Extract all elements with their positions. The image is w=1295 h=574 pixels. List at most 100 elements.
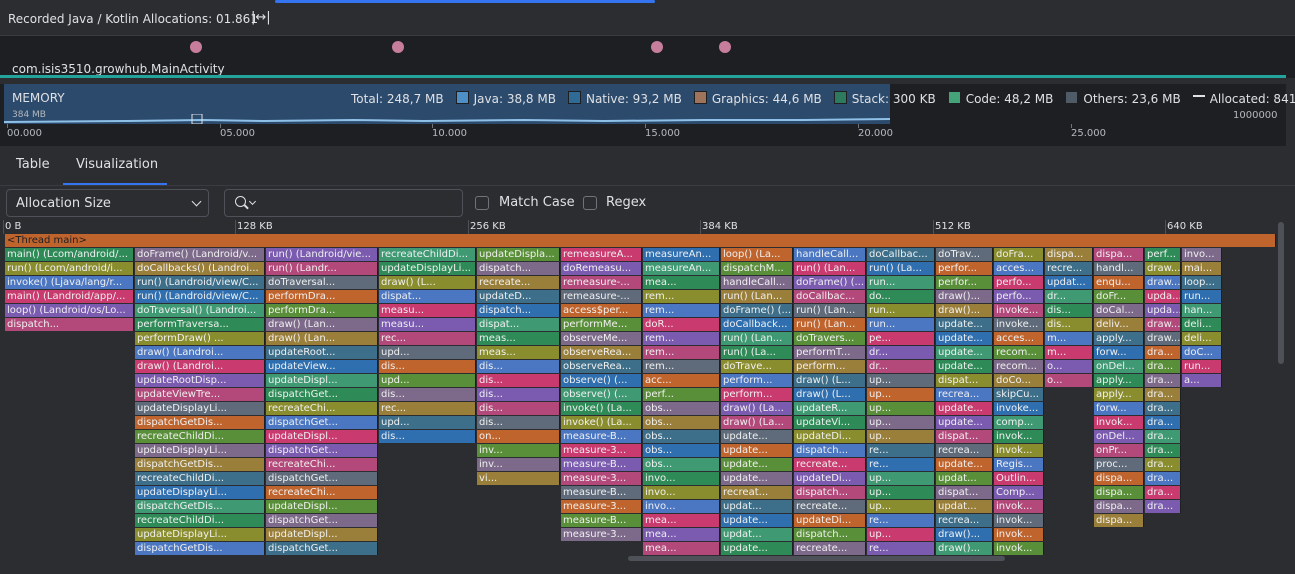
flame-frame[interactable]: meas...: [477, 332, 560, 345]
flame-frame[interactable]: doCallbac...: [794, 290, 866, 303]
event-track[interactable]: com.isis3510.growhub.MainActivity: [0, 36, 1295, 78]
flame-frame[interactable]: dra...: [1145, 444, 1181, 457]
flame-frame[interactable]: on...: [477, 430, 560, 443]
flame-frame[interactable]: doTrave...: [721, 360, 793, 373]
flame-frame[interactable]: run...: [867, 276, 935, 289]
flame-frame[interactable]: recom...: [994, 360, 1044, 373]
flame-frame[interactable]: proc...: [1094, 458, 1144, 471]
flame-frame[interactable]: dispatchGetDis...: [135, 500, 265, 513]
flame-frame[interactable]: update...: [721, 542, 793, 555]
flame-frame[interactable]: pe...: [867, 332, 935, 345]
flame-frame[interactable]: invok...: [994, 500, 1044, 513]
flame-frame[interactable]: upda...: [1145, 304, 1181, 317]
flame-frame[interactable]: observe() (...: [561, 388, 642, 401]
flame-frame[interactable]: dispatch...: [477, 304, 560, 317]
flame-frame[interactable]: updateDispla...: [477, 248, 560, 261]
flame-frame[interactable]: updat...: [1045, 276, 1093, 289]
flame-frame[interactable]: enqu...: [1094, 276, 1144, 289]
flame-frame[interactable]: recreateChi...: [266, 458, 378, 471]
flame-frame[interactable]: dr...: [867, 360, 935, 373]
flame-frame[interactable]: observeRea...: [561, 360, 642, 373]
flame-frame[interactable]: deliv...: [1094, 318, 1144, 331]
vertical-scrollbar[interactable]: [1278, 222, 1284, 364]
flame-frame[interactable]: update...: [936, 332, 993, 345]
flame-frame[interactable]: up...: [867, 388, 935, 401]
flame-frame[interactable]: rem...: [643, 332, 720, 345]
flame-frame[interactable]: run() (La...: [721, 346, 793, 359]
flame-frame[interactable]: updateDispl...: [266, 500, 378, 513]
event-marker[interactable]: [651, 41, 663, 53]
flame-frame[interactable]: measure-3...: [561, 444, 642, 457]
flame-frame[interactable]: update...: [936, 458, 993, 471]
flame-frame[interactable]: updateDisplayLi...: [135, 444, 265, 457]
flame-frame[interactable]: dra...: [1145, 402, 1181, 415]
flame-frame[interactable]: Outlin...: [994, 472, 1044, 485]
flame-frame[interactable]: doTrav...: [936, 248, 993, 261]
flame-frame[interactable]: invok...: [994, 542, 1044, 555]
flame-frame[interactable]: updateView...: [266, 360, 378, 373]
flame-frame[interactable]: draw() (Landroi...: [135, 360, 265, 373]
flame-frame[interactable]: draw() (Lan...: [266, 332, 378, 345]
flame-frame[interactable]: dr...: [1045, 290, 1093, 303]
flame-frame[interactable]: onDel...: [1094, 360, 1144, 373]
flame-frame[interactable]: doFrame() (Landroid/v...: [135, 248, 265, 261]
flame-frame[interactable]: obs...: [643, 416, 720, 429]
flame-frame[interactable]: run() (Lan...: [721, 290, 793, 303]
tab-table[interactable]: Table: [16, 157, 50, 172]
flame-frame[interactable]: perform...: [794, 360, 866, 373]
flame-frame[interactable]: meas...: [477, 346, 560, 359]
flame-frame[interactable]: doRemeasu...: [561, 262, 642, 275]
flame-frame[interactable]: performMe...: [561, 318, 642, 331]
flame-frame[interactable]: remeasure-...: [561, 290, 642, 303]
flame-frame[interactable]: doCal...: [1094, 304, 1144, 317]
flame-frame[interactable]: acces...: [994, 262, 1044, 275]
regex-checkbox[interactable]: [583, 196, 597, 210]
flame-frame[interactable]: dra...: [1145, 388, 1181, 401]
flame-frame[interactable]: mea...: [643, 276, 720, 289]
flame-frame[interactable]: obs...: [643, 430, 720, 443]
flame-frame[interactable]: inv...: [477, 458, 560, 471]
flame-frame[interactable]: updat...: [936, 472, 993, 485]
flame-frame[interactable]: doCallback...: [721, 318, 793, 331]
flame-frame[interactable]: rem...: [643, 290, 720, 303]
flame-frame[interactable]: updateD...: [477, 290, 560, 303]
flame-frame[interactable]: mea...: [643, 542, 720, 555]
regex-label[interactable]: Regex: [606, 195, 646, 210]
flame-frame[interactable]: update...: [936, 346, 993, 359]
flame-frame[interactable]: mea...: [643, 514, 720, 527]
flame-frame[interactable]: obs...: [643, 402, 720, 415]
flame-frame[interactable]: rec...: [379, 402, 476, 415]
flame-frame[interactable]: invok...: [994, 444, 1044, 457]
flame-frame[interactable]: measure-3...: [561, 528, 642, 541]
flame-frame[interactable]: dispatchGetDis...: [135, 542, 265, 555]
flame-frame[interactable]: run() (Landr...: [266, 262, 378, 275]
flame-frame[interactable]: invo...: [1182, 248, 1222, 261]
flame-frame[interactable]: update...: [936, 318, 993, 331]
flame-frame[interactable]: doTraversal() (Landroi...: [135, 304, 265, 317]
flame-frame[interactable]: draw() (La...: [721, 416, 793, 429]
flame-frame[interactable]: updateR...: [794, 402, 866, 415]
flame-frame[interactable]: dispa...: [1045, 248, 1093, 261]
flame-frame[interactable]: remeasure-...: [561, 276, 642, 289]
flame-frame[interactable]: upd...: [379, 374, 476, 387]
flame-frame[interactable]: perf...: [1145, 248, 1181, 261]
flame-frame[interactable]: updateDispl...: [266, 528, 378, 541]
fit-width-icon[interactable]: |↔|: [251, 10, 271, 25]
flame-frame[interactable]: observeMe...: [561, 332, 642, 345]
flame-frame[interactable]: run() (La...: [867, 262, 935, 275]
flame-frame[interactable]: updateDisplayLi...: [379, 262, 476, 275]
flame-frame[interactable]: dispa...: [1094, 514, 1144, 527]
flame-frame[interactable]: re...: [867, 444, 935, 457]
flame-frame[interactable]: o...: [1045, 360, 1093, 373]
flame-frame[interactable]: updateDisplayLi...: [135, 402, 265, 415]
flame-frame[interactable]: measure-B...: [561, 514, 642, 527]
flame-frame[interactable]: measure-3...: [561, 472, 642, 485]
flame-frame[interactable]: dis...: [1045, 304, 1093, 317]
flame-frame[interactable]: dra...: [1145, 346, 1181, 359]
flame-frame[interactable]: access$per...: [561, 304, 642, 317]
search-history-chevron-icon[interactable]: [248, 197, 257, 206]
flame-frame[interactable]: draw()...: [936, 542, 993, 555]
flame-frame[interactable]: acces...: [994, 332, 1044, 345]
flame-frame[interactable]: dispatch...: [794, 486, 866, 499]
flame-frame[interactable]: dra...: [1145, 416, 1181, 429]
